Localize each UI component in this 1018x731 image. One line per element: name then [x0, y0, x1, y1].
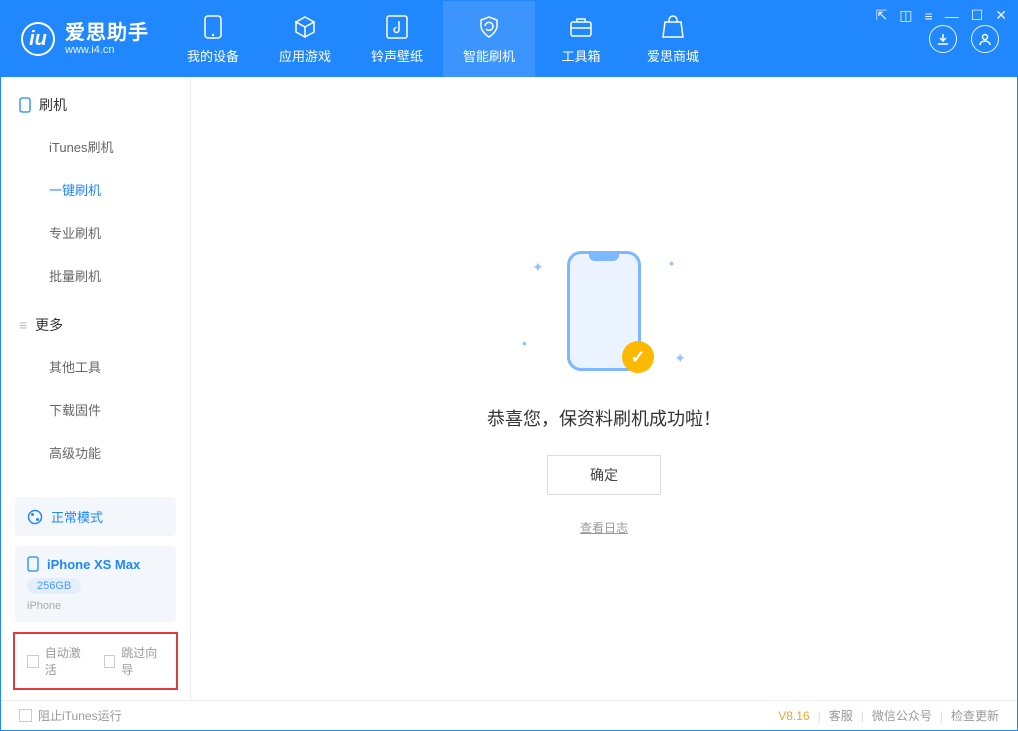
- main-tabs: 我的设备 应用游戏 铃声壁纸 智能刷机: [167, 1, 719, 77]
- cube-icon: [292, 14, 318, 40]
- success-message: 恭喜您，保资料刷机成功啦！: [487, 405, 721, 431]
- maximize-button[interactable]: ☐: [971, 7, 984, 24]
- close-button[interactable]: ✕: [995, 7, 1007, 24]
- tab-label: 应用游戏: [279, 46, 331, 65]
- device-name-row: iPhone XS Max: [27, 556, 164, 572]
- section-label: 刷机: [39, 95, 67, 115]
- mode-icon: [27, 509, 43, 525]
- sidebar: 刷机 iTunes刷机 一键刷机 专业刷机 批量刷机 ≡ 更多 其他工具 下载固…: [1, 77, 191, 700]
- check-badge-icon: ✓: [622, 341, 654, 373]
- view-log-link[interactable]: 查看日志: [580, 519, 628, 536]
- main-content: ✦ • • ✦ ✓ 恭喜您，保资料刷机成功啦！ 确定 查看日志: [191, 77, 1017, 700]
- checkbox-label: 自动激活: [45, 644, 88, 678]
- titlebar: iu 爱思助手 www.i4.cn 我的设备 应用游戏: [1, 1, 1017, 77]
- checkbox-icon: [27, 655, 39, 668]
- phone-icon: [200, 14, 226, 40]
- device-card[interactable]: iPhone XS Max 256GB iPhone: [15, 546, 176, 622]
- ok-button[interactable]: 确定: [547, 455, 661, 495]
- link-wechat[interactable]: 微信公众号: [872, 707, 932, 724]
- link-check-update[interactable]: 检查更新: [951, 707, 999, 724]
- app-window: iu 爱思助手 www.i4.cn 我的设备 应用游戏: [0, 0, 1018, 731]
- options-highlight-box: 自动激活 跳过向导: [13, 632, 178, 690]
- tab-label: 铃声壁纸: [371, 46, 423, 65]
- sparkle-icon: ✦: [532, 259, 544, 276]
- tab-label: 我的设备: [187, 46, 239, 65]
- bag-icon: [660, 14, 686, 40]
- checkbox-skip-guide[interactable]: 跳过向导: [104, 644, 165, 678]
- sidebar-item-other-tools[interactable]: 其他工具: [1, 345, 190, 388]
- logo-area: iu 爱思助手 www.i4.cn: [1, 1, 167, 77]
- device-type: iPhone: [27, 600, 164, 612]
- body: 刷机 iTunes刷机 一键刷机 专业刷机 批量刷机 ≡ 更多 其他工具 下载固…: [1, 77, 1017, 700]
- tshirt-icon[interactable]: ⇱: [876, 7, 888, 24]
- tab-label: 工具箱: [561, 46, 600, 65]
- link-support[interactable]: 客服: [829, 707, 853, 724]
- tab-my-device[interactable]: 我的设备: [167, 1, 259, 77]
- user-button[interactable]: [971, 25, 999, 53]
- mode-card[interactable]: 正常模式: [15, 497, 176, 536]
- menu-icon[interactable]: ≡: [925, 8, 933, 24]
- logo-text: 爱思助手 www.i4.cn: [65, 22, 149, 56]
- checkbox-label: 跳过向导: [121, 644, 164, 678]
- shield-refresh-icon: [476, 14, 502, 40]
- sidebar-section-more: ≡ 更多: [1, 297, 190, 345]
- sparkle-icon: •: [669, 255, 674, 271]
- music-note-icon: [384, 14, 410, 40]
- checkbox-block-itunes[interactable]: 阻止iTunes运行: [19, 707, 122, 724]
- tab-smart-flash[interactable]: 智能刷机: [443, 1, 535, 77]
- tab-apps-games[interactable]: 应用游戏: [259, 1, 351, 77]
- sidebar-item-oneclick-flash[interactable]: 一键刷机: [1, 168, 190, 211]
- checkbox-icon: [104, 655, 116, 668]
- tab-label: 智能刷机: [463, 46, 515, 65]
- sidebar-item-pro-flash[interactable]: 专业刷机: [1, 211, 190, 254]
- window-controls: ⇱ ◫ ≡ — ☐ ✕: [876, 7, 1007, 24]
- sparkle-icon: ✦: [674, 350, 686, 367]
- logo-icon: iu: [21, 22, 55, 56]
- feedback-icon[interactable]: ◫: [899, 7, 912, 24]
- sidebar-item-itunes-flash[interactable]: iTunes刷机: [1, 125, 190, 168]
- mode-label: 正常模式: [51, 507, 103, 526]
- sidebar-bottom: 正常模式 iPhone XS Max 256GB iPhone 自: [1, 487, 190, 700]
- minimize-button[interactable]: —: [945, 8, 959, 24]
- tab-ringtone-wallpaper[interactable]: 铃声壁纸: [351, 1, 443, 77]
- sidebar-item-advanced[interactable]: 高级功能: [1, 431, 190, 474]
- statusbar: 阻止iTunes运行 V8.16 | 客服 | 微信公众号 | 检查更新: [1, 700, 1017, 730]
- tab-label: 爱思商城: [647, 46, 699, 65]
- section-label: 更多: [35, 315, 63, 335]
- sidebar-item-download-firmware[interactable]: 下载固件: [1, 388, 190, 431]
- tab-store[interactable]: 爱思商城: [627, 1, 719, 77]
- list-icon: ≡: [19, 317, 27, 333]
- tab-toolbox[interactable]: 工具箱: [535, 1, 627, 77]
- phone-notch: [589, 254, 619, 261]
- sidebar-item-batch-flash[interactable]: 批量刷机: [1, 254, 190, 297]
- checkbox-icon: [19, 709, 32, 722]
- sidebar-section-flash: 刷机: [1, 77, 190, 125]
- device-name: iPhone XS Max: [47, 557, 140, 572]
- success-illustration: ✦ • • ✦ ✓: [514, 241, 694, 381]
- app-subtitle: www.i4.cn: [65, 44, 149, 56]
- app-title: 爱思助手: [65, 22, 149, 44]
- version-label: V8.16: [778, 709, 809, 723]
- storage-badge: 256GB: [27, 578, 81, 594]
- checkbox-auto-activate[interactable]: 自动激活: [27, 644, 88, 678]
- phone-icon: [19, 97, 31, 113]
- checkbox-label: 阻止iTunes运行: [38, 707, 122, 724]
- sparkle-icon: •: [522, 335, 527, 351]
- download-button[interactable]: [929, 25, 957, 53]
- phone-icon: [27, 556, 39, 572]
- briefcase-icon: [568, 14, 594, 40]
